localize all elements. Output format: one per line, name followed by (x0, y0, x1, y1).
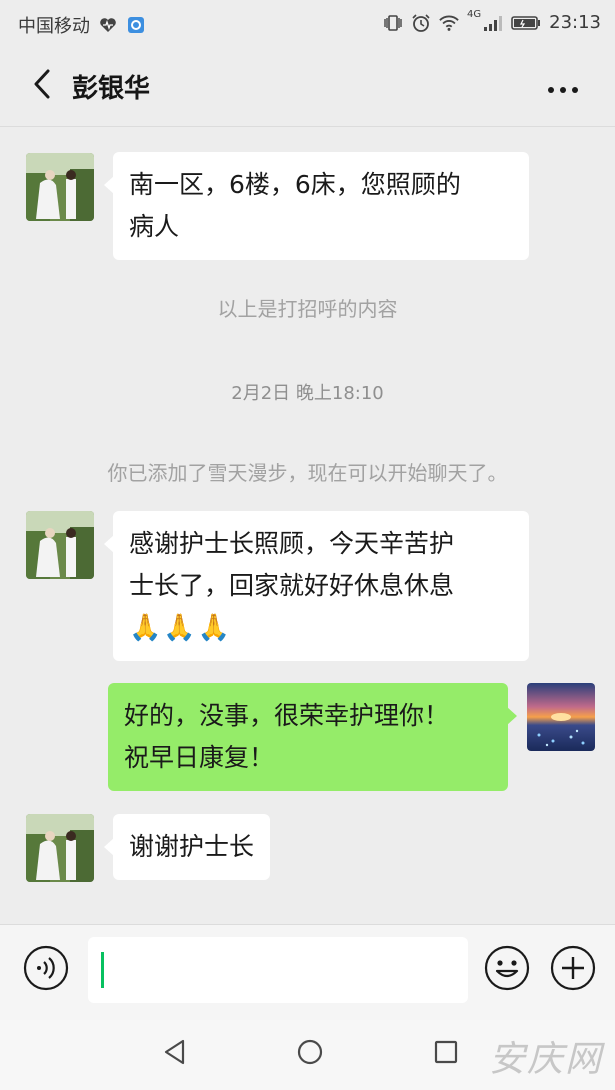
signal-icon (483, 13, 503, 33)
chat-title: 彭银华 (72, 74, 151, 104)
back-button[interactable] (22, 66, 62, 106)
heart-icon (98, 15, 118, 35)
nav-home-button[interactable] (288, 1032, 332, 1076)
input-bar (0, 924, 615, 1021)
status-right: 4G 23:13 (383, 9, 601, 33)
message-input[interactable] (88, 937, 468, 1003)
emoji-button[interactable] (483, 945, 531, 995)
status-bar: 中国移动 4G 23:13 (0, 0, 615, 48)
network-type: 4G (467, 9, 482, 20)
vibrate-icon (383, 13, 403, 33)
message-bubble[interactable]: 谢谢护士长 (103, 814, 271, 880)
square-recent-icon (432, 1038, 460, 1070)
system-note: 以上是打招呼的内容 (217, 297, 398, 321)
self-avatar[interactable] (527, 683, 595, 751)
message-text-line: 祝早日康复！ (124, 743, 275, 772)
circle-home-icon (296, 1038, 324, 1070)
carrier-name: 中国移动 (18, 16, 90, 37)
chat-area[interactable]: 南一区，6楼，6床，您照顾的 病人 以上是打招呼的内容 2月2日 晚上18:10… (0, 127, 615, 924)
praying-hands-icon: 🙏🙏🙏 (129, 613, 233, 643)
nav-recent-button[interactable] (424, 1032, 468, 1076)
more-dots-icon (547, 79, 579, 98)
message-bubble[interactable]: 感谢护士长照顾，今天辛苦护 士长了，回家就好好休息休息 🙏🙏🙏 (104, 511, 529, 661)
message-bubble-self[interactable]: 好的，没事，很荣幸护理你！ 祝早日康复！ (108, 683, 517, 791)
contact-avatar[interactable] (26, 814, 94, 882)
alarm-icon (411, 13, 431, 33)
status-left: 中国移动 (18, 12, 146, 38)
add-more-button[interactable] (549, 945, 597, 995)
text-cursor (101, 952, 104, 988)
contact-avatar[interactable] (26, 511, 94, 579)
voice-icon (23, 945, 69, 995)
clock-time: 23:13 (549, 12, 601, 33)
chevron-left-icon (32, 68, 52, 104)
message-timestamp: 2月2日 晚上18:10 (231, 383, 384, 404)
message-text-line: 南一区，6楼，6床，您照顾的 (129, 170, 461, 199)
more-options-button[interactable] (541, 68, 585, 108)
watermark: 安庆网 (488, 1039, 603, 1080)
message-text-line: 感谢护士长照顾，今天辛苦护 (129, 529, 455, 558)
contact-avatar[interactable] (26, 153, 94, 221)
battery-icon (511, 13, 541, 33)
chat-header: 彭银华 (0, 48, 615, 127)
message-text-line: 好的，没事，很荣幸护理你！ (124, 701, 450, 730)
wifi-icon (439, 13, 459, 33)
message-text-line: 士长了，回家就好好休息休息 (129, 571, 455, 600)
nav-back-button[interactable] (153, 1032, 197, 1076)
message-text-line: 病人 (129, 212, 180, 241)
message-text-line: 谢谢护士长 (129, 832, 255, 861)
system-note: 你已添加了雪天漫步，现在可以开始聊天了。 (107, 461, 508, 485)
triangle-back-icon (161, 1038, 189, 1070)
emoji-face-icon (484, 945, 530, 995)
plus-circle-icon (550, 945, 596, 995)
shield-app-icon (126, 15, 146, 35)
message-bubble[interactable]: 南一区，6楼，6床，您照顾的 病人 (104, 152, 529, 260)
voice-button[interactable] (22, 945, 70, 995)
